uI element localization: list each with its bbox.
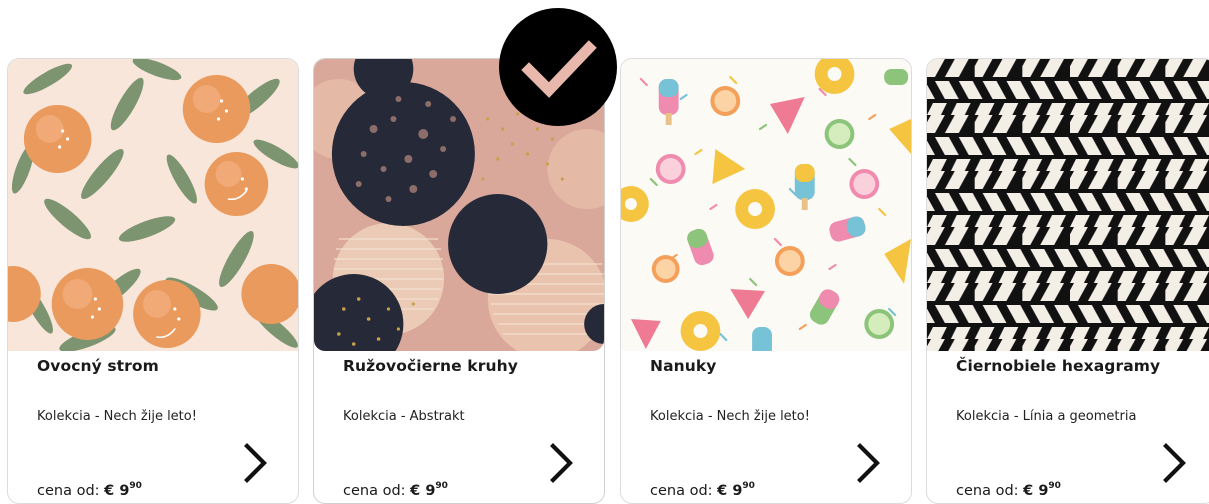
product-price: cena od: € 990 xyxy=(343,481,448,499)
price-amount: € 990 xyxy=(410,481,448,499)
product-collection: Kolekcia - Abstrakt xyxy=(343,409,465,424)
price-amount: € 990 xyxy=(1023,481,1061,499)
black-white-hexagram-pattern xyxy=(927,59,1209,351)
product-collection: Kolekcia - Nech žije leto! xyxy=(37,409,197,424)
product-collection: Kolekcia - Nech žije leto! xyxy=(650,409,810,424)
product-title[interactable]: Čiernobiele hexagramy xyxy=(956,357,1160,375)
price-prefix: cena od: xyxy=(343,482,406,499)
product-card-ovocny-strom[interactable]: Ovocný strom Kolekcia - Nech žije leto! … xyxy=(7,58,299,504)
price-whole: 9 xyxy=(1038,482,1049,499)
price-whole: 9 xyxy=(732,482,743,499)
wallpaper-carousel: Ovocný strom Kolekcia - Nech žije leto! … xyxy=(0,0,1209,504)
price-whole: 9 xyxy=(425,482,436,499)
price-prefix: cena od: xyxy=(650,482,713,499)
currency-symbol: € xyxy=(410,482,421,499)
product-image-nanuky[interactable] xyxy=(621,59,911,351)
price-amount: € 990 xyxy=(104,481,142,499)
price-cents: 90 xyxy=(129,481,142,491)
chevron-right-icon[interactable] xyxy=(240,441,270,485)
product-title[interactable]: Ovocný strom xyxy=(37,357,159,375)
product-image-ovocny-strom[interactable] xyxy=(8,59,298,351)
chevron-right-icon[interactable] xyxy=(1159,441,1189,485)
price-cents: 90 xyxy=(742,481,755,491)
price-whole: 9 xyxy=(119,482,130,499)
product-collection: Kolekcia - Línia a geometria xyxy=(956,409,1137,424)
product-card-ciernobiele-hexagramy[interactable]: Čiernobiele hexagramy Kolekcia - Línia a… xyxy=(926,58,1209,504)
product-image-ciernobiele-hexagramy[interactable] xyxy=(927,59,1209,351)
price-cents: 90 xyxy=(1048,481,1061,491)
price-amount: € 990 xyxy=(717,481,755,499)
popsicles-pattern xyxy=(621,59,911,351)
selected-check-icon xyxy=(499,8,617,126)
currency-symbol: € xyxy=(104,482,115,499)
product-title[interactable]: Nanuky xyxy=(650,357,717,375)
price-prefix: cena od: xyxy=(37,482,100,499)
price-cents: 90 xyxy=(435,481,448,491)
chevron-right-icon[interactable] xyxy=(853,441,883,485)
chevron-right-icon[interactable] xyxy=(546,441,576,485)
currency-symbol: € xyxy=(1023,482,1034,499)
product-title[interactable]: Ružovočierne kruhy xyxy=(343,357,518,375)
product-price: cena od: € 990 xyxy=(37,481,142,499)
price-prefix: cena od: xyxy=(956,482,1019,499)
product-price: cena od: € 990 xyxy=(956,481,1061,499)
product-price: cena od: € 990 xyxy=(650,481,755,499)
product-card-nanuky[interactable]: Nanuky Kolekcia - Nech žije leto! cena o… xyxy=(620,58,912,504)
currency-symbol: € xyxy=(717,482,728,499)
fruit-tree-pattern xyxy=(8,59,298,351)
